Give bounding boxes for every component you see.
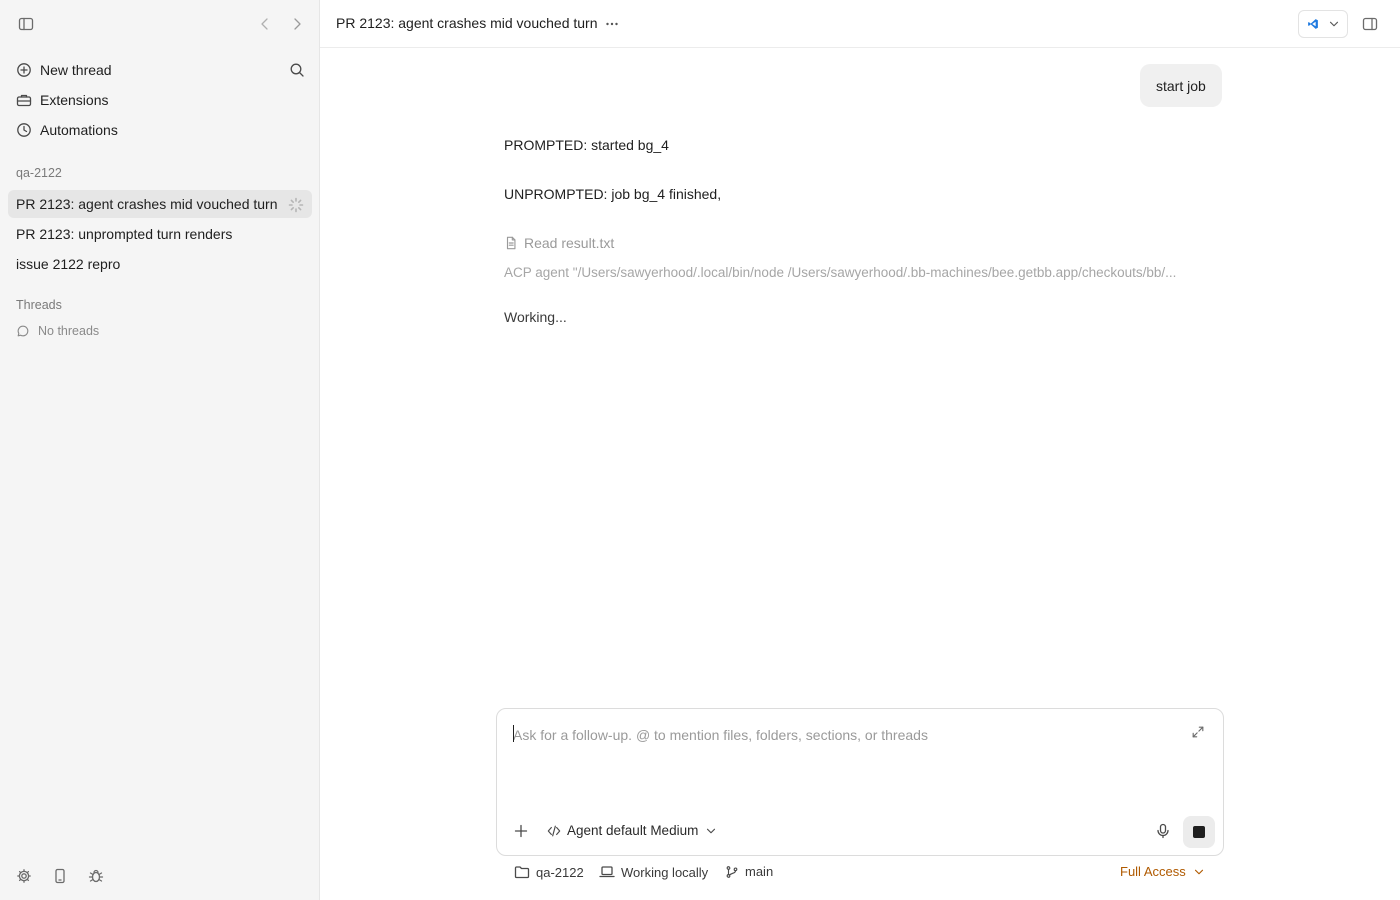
tool-call-read-file[interactable]: Read result.txt: [504, 235, 614, 251]
chat-bubble-icon: [16, 324, 30, 338]
page-title: PR 2123: agent crashes mid vouched turn: [336, 15, 598, 31]
stop-icon: [1193, 826, 1205, 838]
open-in-editor-dropdown[interactable]: [1298, 10, 1348, 38]
sidebar: New thread Extensions Automations qa-212…: [0, 0, 320, 900]
gear-icon[interactable]: [16, 868, 32, 884]
no-threads-label: No threads: [38, 324, 100, 338]
chevron-down-icon: [704, 824, 718, 838]
extensions-button[interactable]: Extensions: [8, 86, 312, 114]
toolbox-icon: [16, 92, 32, 108]
threads-section-title: Threads: [16, 298, 62, 312]
branch-label: main: [745, 864, 774, 879]
branch-selector[interactable]: main: [725, 864, 773, 879]
vscode-icon: [1307, 18, 1319, 30]
thread-header: PR 2123: agent crashes mid vouched turn: [320, 0, 1400, 48]
sidebar-thread-item[interactable]: issue 2122 repro: [8, 250, 312, 278]
clock-icon: [16, 122, 32, 138]
environment-selector[interactable]: Working locally: [599, 864, 708, 880]
tool-call-label: Read result.txt: [524, 235, 615, 251]
model-selector[interactable]: Agent default Medium: [547, 823, 718, 838]
back-arrow-icon[interactable]: [257, 16, 273, 32]
toggle-sidebar-icon[interactable]: [18, 16, 34, 32]
access-label: Full Access: [1120, 864, 1186, 879]
agent-message: UNPROMPTED: job bg_4 finished,: [504, 186, 722, 202]
search-icon[interactable]: [289, 62, 305, 78]
stop-button[interactable]: [1183, 816, 1215, 848]
code-icon: [547, 824, 561, 838]
no-threads-placeholder: No threads: [16, 324, 99, 338]
user-message-bubble: start job: [1140, 64, 1222, 107]
sidebar-thread-item[interactable]: PR 2123: agent crashes mid vouched turn: [8, 190, 312, 218]
chevron-down-icon: [1327, 17, 1341, 31]
laptop-icon: [599, 864, 615, 880]
model-label: Agent default Medium: [567, 823, 699, 838]
more-options-icon[interactable]: [604, 16, 620, 32]
automations-label: Automations: [40, 122, 118, 138]
new-thread-label: New thread: [40, 62, 112, 78]
toggle-panel-icon[interactable]: [1362, 16, 1378, 32]
extensions-label: Extensions: [40, 92, 109, 108]
phone-icon[interactable]: [52, 868, 68, 884]
thread-label: PR 2123: unprompted turn renders: [16, 226, 233, 242]
sidebar-thread-item[interactable]: PR 2123: unprompted turn renders: [8, 220, 312, 248]
git-branch-icon: [725, 865, 739, 879]
bug-icon[interactable]: [88, 868, 104, 884]
folder-icon: [514, 864, 530, 880]
agent-message: PROMPTED: started bg_4: [504, 137, 669, 153]
microphone-icon[interactable]: [1155, 823, 1171, 839]
add-attachment-button[interactable]: [513, 823, 529, 839]
access-level-dropdown[interactable]: Full Access: [1120, 864, 1206, 879]
agent-command-line: ACP agent "/Users/sawyerhood/.local/bin/…: [504, 265, 1177, 280]
folder-selector[interactable]: qa-2122: [514, 864, 584, 880]
file-icon: [504, 236, 518, 250]
follow-up-input[interactable]: [513, 723, 1173, 747]
expand-icon[interactable]: [1191, 725, 1205, 739]
project-section-title: qa-2122: [16, 166, 62, 180]
text-caret: [513, 725, 514, 742]
folder-label: qa-2122: [536, 864, 584, 880]
composer: Agent default Medium: [496, 708, 1224, 856]
forward-arrow-icon[interactable]: [289, 16, 305, 32]
new-thread-button[interactable]: New thread: [8, 56, 312, 84]
plus-circle-icon: [16, 62, 32, 78]
chevron-down-icon: [1192, 865, 1206, 879]
environment-label: Working locally: [621, 864, 709, 880]
working-status: Working...: [504, 309, 567, 325]
thread-label: issue 2122 repro: [16, 256, 121, 272]
automations-button[interactable]: Automations: [8, 116, 312, 144]
loading-spinner-icon: [288, 197, 304, 213]
thread-label: PR 2123: agent crashes mid vouched turn: [16, 196, 278, 212]
